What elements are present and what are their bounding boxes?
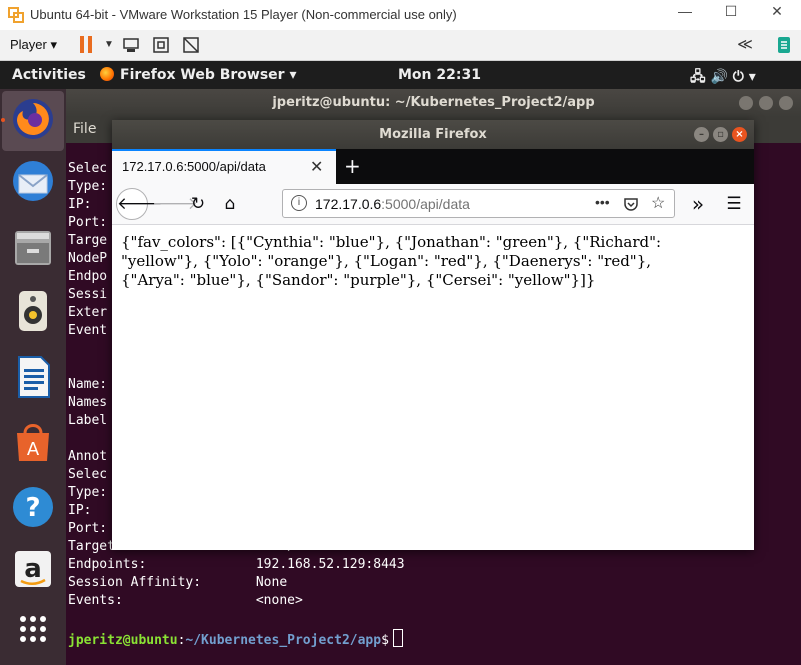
gnome-top-bar: Activities Firefox Web Browser ▾ Mon 22:… xyxy=(0,61,801,89)
terminal-maximize-icon[interactable] xyxy=(759,96,773,110)
terminal-line: Selec xyxy=(68,467,108,482)
home-button[interactable]: ⌂ xyxy=(216,190,244,218)
terminal-line: Port: xyxy=(68,215,108,230)
page-actions-icon[interactable]: ••• xyxy=(595,194,610,210)
terminal-line: Endpo xyxy=(68,269,108,284)
site-info-icon[interactable]: i xyxy=(291,195,307,211)
overflow-menu-icon[interactable]: » xyxy=(684,190,712,218)
dropdown-arrow-icon: ▾ xyxy=(50,37,58,52)
firefox-close-icon[interactable]: × xyxy=(732,127,747,142)
firefox-titlebar: Mozilla Firefox – ▫ × xyxy=(112,120,754,149)
svg-text:a: a xyxy=(24,554,42,584)
terminal-line: Targe xyxy=(68,233,108,248)
terminal-line: Names xyxy=(68,395,108,410)
firefox-icon[interactable] xyxy=(9,95,57,143)
running-indicator xyxy=(1,118,5,122)
bookmark-star-icon[interactable]: ☆ xyxy=(651,193,665,213)
terminal-line: Label xyxy=(68,413,108,428)
json-response: {"fav_colors": [{"Cynthia": "blue"}, {"J… xyxy=(121,233,662,289)
url-text[interactable]: 172.17.0.6:5000/api/data xyxy=(315,196,470,212)
forward-button[interactable]: 🡒 xyxy=(152,190,198,218)
maximize-button[interactable]: ☐ xyxy=(716,3,746,25)
firefox-window-title: Mozilla Firefox xyxy=(379,127,487,142)
terminal-line: IP: xyxy=(68,503,92,518)
collapse-toolbar-icon[interactable]: ≪ xyxy=(735,36,755,54)
software-center-icon[interactable]: A xyxy=(9,417,57,465)
tab-label: 172.17.0.6:5000/api/data xyxy=(122,159,266,174)
files-icon[interactable] xyxy=(9,223,57,271)
prompt-symbol: $ xyxy=(381,633,389,648)
terminal-line: Name: xyxy=(68,377,108,392)
firefox-maximize-icon[interactable]: ▫ xyxy=(713,127,728,142)
firefox-minimize-icon[interactable]: – xyxy=(694,127,709,142)
system-menu-icons[interactable]: 🖧 🔊 ⏻ ▾ xyxy=(690,66,756,90)
vmware-window-title: Ubuntu 64-bit - VMware Workstation 15 Pl… xyxy=(30,7,457,22)
pause-icon[interactable] xyxy=(80,36,94,53)
terminal-close-icon[interactable] xyxy=(779,96,793,110)
terminal-title: jperitz@ubuntu: ~/Kubernetes_Project2/ap… xyxy=(272,95,595,110)
terminal-line: Endpoints: 192.168.52.129:8443 xyxy=(68,557,405,572)
terminal-line: Selec xyxy=(68,161,108,176)
tab-active[interactable]: 172.17.0.6:5000/api/data ✕ xyxy=(112,149,336,184)
firefox-icon xyxy=(100,67,114,81)
pocket-icon[interactable] xyxy=(623,196,639,212)
send-ctrl-alt-del-icon[interactable] xyxy=(122,36,140,54)
app-menu-arrow-icon: ▾ xyxy=(289,67,297,83)
hamburger-menu-icon[interactable]: ☰ xyxy=(720,190,748,218)
activities-button[interactable]: Activities xyxy=(12,67,86,83)
url-host: 172.17.0.6 xyxy=(315,196,382,212)
app-menu[interactable]: Firefox Web Browser ▾ xyxy=(100,67,296,83)
tab-close-icon[interactable]: ✕ xyxy=(310,157,323,176)
terminal-line: Events: <none> xyxy=(68,593,303,608)
player-label: Player xyxy=(10,37,47,52)
page-content: {"fav_colors": [{"Cynthia": "blue"}, {"J… xyxy=(112,225,754,550)
rhythmbox-icon[interactable] xyxy=(9,287,57,335)
clock[interactable]: Mon 22:31 xyxy=(398,67,481,83)
unity-mode-icon[interactable] xyxy=(182,36,200,54)
terminal-prompt[interactable]: jperitz@ubuntu:~/Kubernetes_Project2/app… xyxy=(68,629,403,648)
terminal-line: NodeP xyxy=(68,251,108,266)
thunderbird-icon[interactable] xyxy=(9,157,57,205)
svg-text:A: A xyxy=(27,439,40,460)
menu-file[interactable]: File xyxy=(73,121,96,137)
amazon-icon[interactable]: a xyxy=(9,545,57,593)
terminal-line: Exter xyxy=(68,305,108,320)
terminal-minimize-icon[interactable] xyxy=(739,96,753,110)
vmware-titlebar: Ubuntu 64-bit - VMware Workstation 15 Pl… xyxy=(0,0,801,30)
terminal-line: Sessi xyxy=(68,287,108,302)
pause-dropdown-icon[interactable]: ▼ xyxy=(100,36,118,54)
reload-button[interactable]: ↻ xyxy=(184,190,212,218)
url-path: :5000/api/data xyxy=(381,196,470,212)
help-icon[interactable]: ? xyxy=(9,483,57,531)
terminal-cursor xyxy=(392,629,403,647)
prompt-user: jperitz@ubuntu xyxy=(68,633,178,648)
terminal-line: Session Affinity: None xyxy=(68,575,288,590)
writer-icon[interactable] xyxy=(9,353,57,401)
show-apps-icon[interactable] xyxy=(9,605,57,653)
fullscreen-icon[interactable] xyxy=(152,36,170,54)
vmware-logo-icon xyxy=(8,7,24,23)
terminal-line: IP: xyxy=(68,197,92,212)
navigation-toolbar: 🡐 🡒 ↻ ⌂ i 172.17.0.6:5000/api/data ••• ☆… xyxy=(112,184,754,225)
ubuntu-dock: A ? a xyxy=(0,89,66,665)
terminal-line: Type: xyxy=(68,179,108,194)
firefox-window[interactable]: Mozilla Firefox – ▫ × 172.17.0.6:5000/ap… xyxy=(112,120,754,550)
terminal-titlebar: jperitz@ubuntu: ~/Kubernetes_Project2/ap… xyxy=(66,89,801,117)
terminal-line: Event xyxy=(68,323,108,338)
tab-strip: 172.17.0.6:5000/api/data ✕ + xyxy=(112,149,754,184)
player-menu-button[interactable]: Player ▾ xyxy=(10,37,57,53)
vmware-toolbar: Player ▾ ▼ ≪ xyxy=(0,30,801,61)
terminal-line: Annot xyxy=(68,449,108,464)
app-menu-label: Firefox Web Browser xyxy=(120,67,285,83)
new-tab-button[interactable]: + xyxy=(344,154,361,178)
back-button[interactable]: 🡐 xyxy=(116,188,163,220)
svg-text:?: ? xyxy=(25,493,40,523)
library-icon[interactable] xyxy=(775,36,793,54)
prompt-path: ~/Kubernetes_Project2/app xyxy=(185,633,382,648)
url-bar[interactable]: i 172.17.0.6:5000/api/data ••• ☆ xyxy=(282,189,675,218)
minimize-button[interactable]: — xyxy=(670,3,700,25)
terminal-line: Type: xyxy=(68,485,108,500)
close-button[interactable]: ✕ xyxy=(762,3,792,25)
